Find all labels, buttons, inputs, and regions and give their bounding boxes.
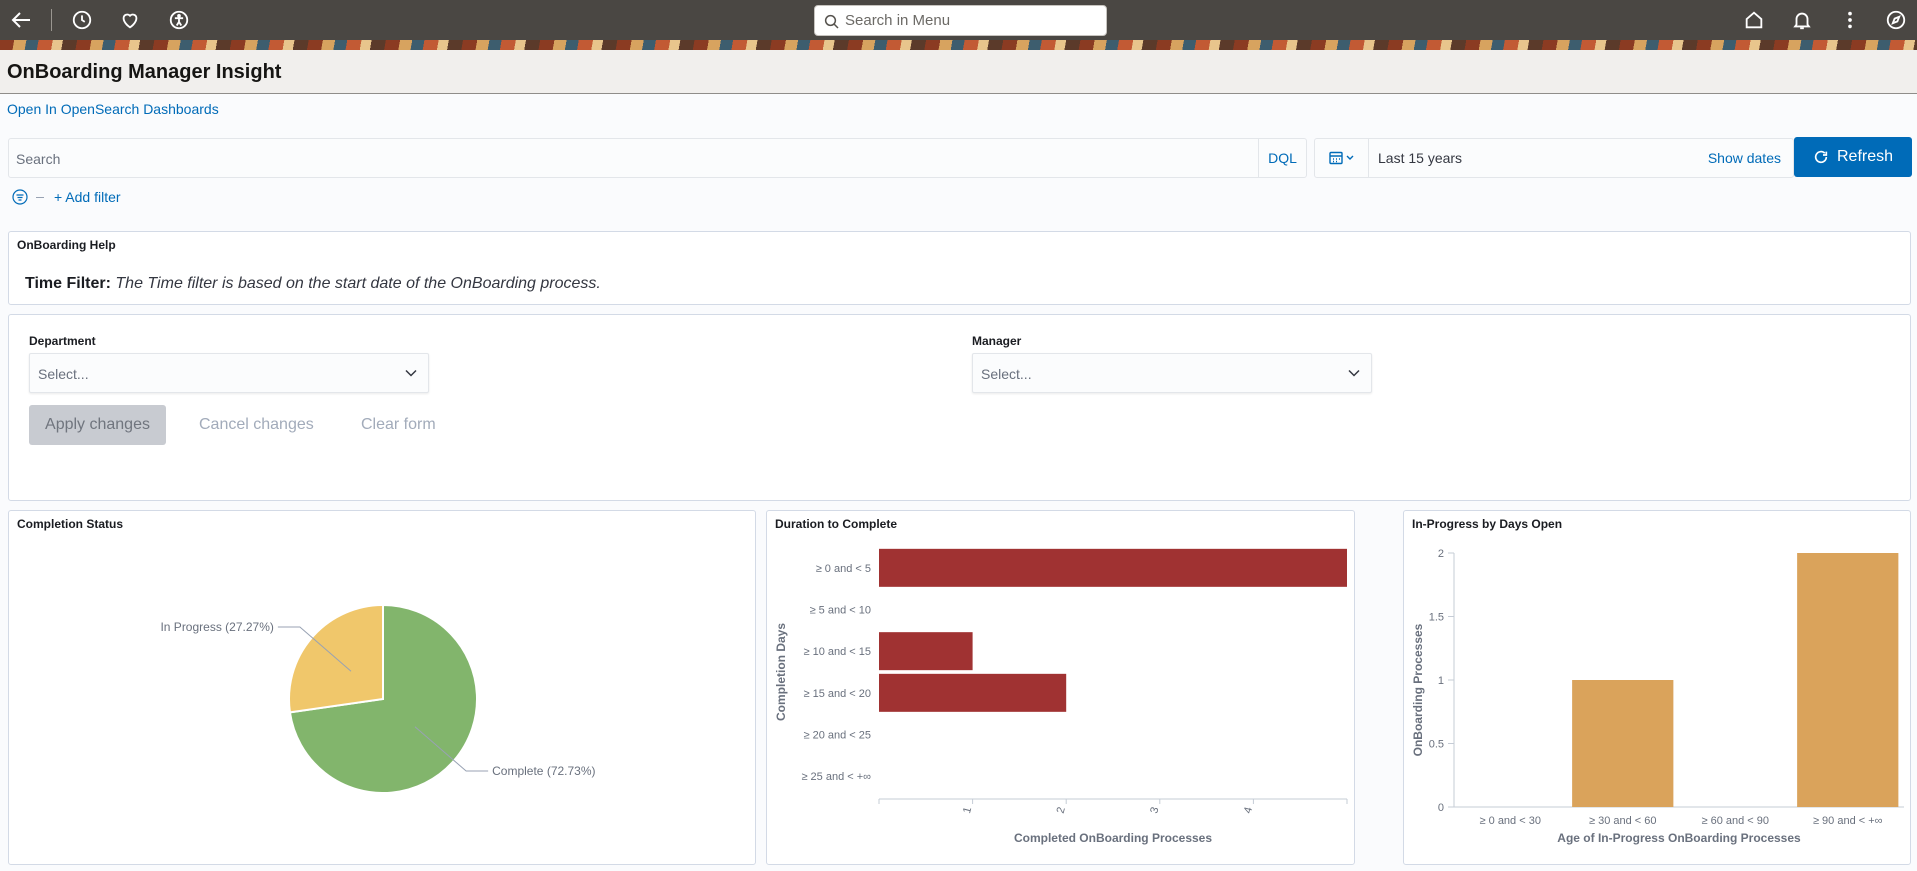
refresh-button[interactable]: Refresh xyxy=(1794,137,1912,177)
date-range-text[interactable]: Last 15 years xyxy=(1378,150,1462,166)
x-tick-label: ≥ 90 and < +∞ xyxy=(1813,815,1883,827)
duration-to-complete-panel: Duration to Complete ≥ 0 and < 5 ≥ 5 and … xyxy=(766,510,1355,865)
page-header: OnBoarding Manager Insight xyxy=(0,50,1917,94)
refresh-label: Refresh xyxy=(1836,148,1894,165)
days-open-bar xyxy=(1572,680,1674,807)
y-tick-label: ≥ 25 and < +∞ xyxy=(801,771,871,783)
y-tick-label: ≥ 5 and < 10 xyxy=(810,605,871,617)
help-label: Time Filter: xyxy=(25,275,111,292)
x-tick-label: ≥ 60 and < 90 xyxy=(1701,815,1769,827)
favorites-icon[interactable] xyxy=(118,8,142,32)
manager-label: Manager xyxy=(972,334,1022,348)
manager-select-value: Select... xyxy=(981,366,1032,382)
decorative-banner xyxy=(0,40,1917,50)
help-text: Time Filter: The Time filter is based on… xyxy=(25,275,601,293)
date-quick-menu-button[interactable] xyxy=(1315,139,1369,177)
days-open-bar xyxy=(1797,553,1899,807)
y-tick-label: 0.5 xyxy=(1429,739,1444,751)
chevron-down-icon xyxy=(405,369,417,377)
completion-status-panel: Completion Status Complete (72.73%) In Pr… xyxy=(8,510,756,865)
department-select-value: Select... xyxy=(38,366,89,382)
top-navigation-bar: Search in Menu xyxy=(0,0,1917,40)
refresh-icon xyxy=(1814,150,1828,164)
duration-bar xyxy=(879,548,1347,587)
y-tick-label: ≥ 10 and < 15 xyxy=(803,646,871,658)
x-tick-label: 3 xyxy=(1148,806,1161,815)
page-title: OnBoarding Manager Insight xyxy=(7,61,282,83)
department-select[interactable]: Select... xyxy=(29,353,429,393)
y-tick-label: ≥ 15 and < 20 xyxy=(803,688,871,700)
apply-changes-button[interactable]: Apply changes xyxy=(29,405,166,445)
duration-to-complete-chart: ≥ 0 and < 5 ≥ 5 and < 10 ≥ 10 and < 15 ≥ 15… xyxy=(774,548,1348,845)
duration-bar xyxy=(879,632,973,671)
y-tick-label: 1 xyxy=(1438,675,1444,687)
department-label: Department xyxy=(29,334,96,348)
x-axis-title: Completed OnBoarding Processes xyxy=(1014,831,1212,845)
x-tick-label: ≥ 0 and < 30 xyxy=(1480,815,1541,827)
y-tick-label: 2 xyxy=(1438,548,1444,560)
completion-status-chart: Complete (72.73%) In Progress (27.27%) xyxy=(160,603,596,794)
add-filter-button[interactable]: + Add filter xyxy=(54,189,121,205)
filter-divider xyxy=(36,196,44,198)
back-icon[interactable] xyxy=(9,8,33,32)
query-search-placeholder: Search xyxy=(16,151,61,167)
in-progress-days-open-chart: 0 0.5 1 1.5 2 ≥ 0 and < 30 ≥ 30 and < 60 ≥ 60 a… xyxy=(1411,548,1904,845)
y-tick-label: ≥ 20 and < 25 xyxy=(803,730,871,742)
show-dates-link[interactable]: Show dates xyxy=(1708,150,1781,166)
accessibility-icon[interactable] xyxy=(167,8,191,32)
dql-toggle-button[interactable]: DQL xyxy=(1258,139,1306,177)
in-progress-days-open-panel: In-Progress by Days Open 0 0.5 1 1.5 2 ≥ 0 an… xyxy=(1403,510,1911,865)
y-axis-title: Completion Days xyxy=(774,623,788,721)
navigator-icon[interactable] xyxy=(1884,8,1908,32)
cancel-changes-button[interactable]: Cancel changes xyxy=(199,416,314,434)
onboarding-help-panel: OnBoarding Help Time Filter: The Time fi… xyxy=(8,231,1911,305)
y-tick-label: 1.5 xyxy=(1429,612,1444,624)
panel-title: OnBoarding Help xyxy=(17,238,116,252)
x-tick-label: ≥ 30 and < 60 xyxy=(1589,815,1657,827)
duration-bar xyxy=(879,673,1067,712)
home-icon[interactable] xyxy=(1742,8,1766,32)
date-picker[interactable]: Last 15 years Show dates xyxy=(1314,138,1794,178)
y-axis-title: OnBoarding Processes xyxy=(1411,623,1425,756)
filter-controls-panel: Department Select... Manager Select... A… xyxy=(8,314,1911,501)
filter-bar: + Add filter xyxy=(12,188,121,206)
history-icon[interactable] xyxy=(70,8,94,32)
y-tick-label: 0 xyxy=(1438,802,1444,814)
search-icon xyxy=(824,14,839,29)
x-tick-label: 4 xyxy=(1242,806,1255,815)
calendar-icon xyxy=(1328,151,1353,165)
more-options-icon[interactable] xyxy=(1838,8,1862,32)
chevron-down-icon xyxy=(1348,369,1360,377)
pie-label: In Progress (27.27%) xyxy=(160,620,273,634)
filter-options-icon[interactable] xyxy=(12,189,28,205)
menu-search-placeholder: Search in Menu xyxy=(845,12,951,29)
clear-form-button[interactable]: Clear form xyxy=(361,416,436,434)
manager-select[interactable]: Select... xyxy=(972,353,1372,393)
query-search-input[interactable]: Search DQL xyxy=(8,138,1307,178)
notifications-icon[interactable] xyxy=(1790,8,1814,32)
x-tick-label: 2 xyxy=(1055,806,1068,815)
open-in-opensearch-link[interactable]: Open In OpenSearch Dashboards xyxy=(7,101,219,117)
pie-label: Complete (72.73%) xyxy=(492,764,595,778)
toolbar-divider xyxy=(51,9,52,31)
help-description: The Time filter is based on the start da… xyxy=(115,275,601,292)
menu-search-input[interactable]: Search in Menu xyxy=(814,5,1107,36)
y-tick-label: ≥ 0 and < 5 xyxy=(816,563,871,575)
x-axis-title: Age of In-Progress OnBoarding Processes xyxy=(1557,831,1801,845)
x-tick-label: 1 xyxy=(961,806,974,815)
